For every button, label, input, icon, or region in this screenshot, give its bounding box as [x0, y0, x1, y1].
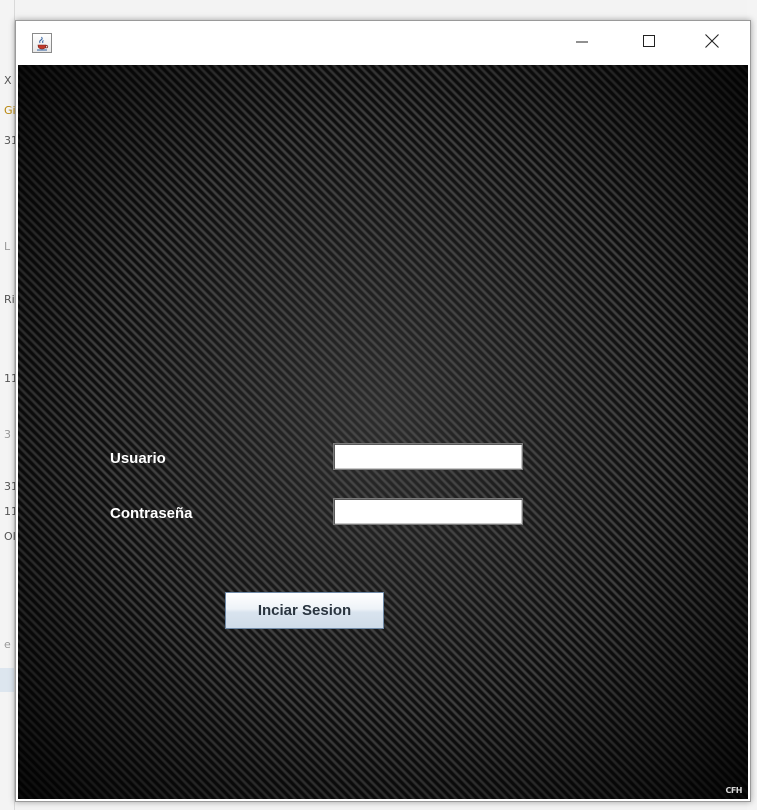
password-label: Contraseña [110, 505, 193, 522]
background-fragment: 3 [4, 428, 11, 441]
user-label: Usuario [110, 450, 166, 467]
java-cup-icon[interactable] [32, 33, 52, 53]
background-app-strip: X Gi 31 L Ri 11 3 31 11 OI e [0, 0, 18, 810]
login-button[interactable]: Inciar Sesion [225, 592, 384, 629]
background-band [0, 668, 14, 692]
maximize-button[interactable] [625, 21, 673, 61]
login-window: Usuario Contraseña Inciar Sesion CFH [15, 20, 751, 802]
minimize-icon [576, 41, 588, 43]
close-icon [705, 34, 719, 48]
corner-watermark: CFH [725, 786, 742, 795]
minimize-button[interactable] [558, 21, 606, 61]
background-fragment: X [4, 74, 12, 87]
login-panel: Usuario Contraseña Inciar Sesion CFH [18, 65, 748, 799]
close-button[interactable] [688, 21, 736, 61]
title-bar[interactable] [16, 21, 750, 65]
maximize-icon [643, 35, 655, 47]
password-input[interactable] [333, 498, 523, 525]
background-fragment: L [4, 240, 11, 253]
background-fragment: e [4, 638, 11, 651]
user-input[interactable] [333, 443, 523, 470]
background-fragment: Ri [4, 293, 15, 306]
background-fragment: Gi [4, 104, 16, 117]
